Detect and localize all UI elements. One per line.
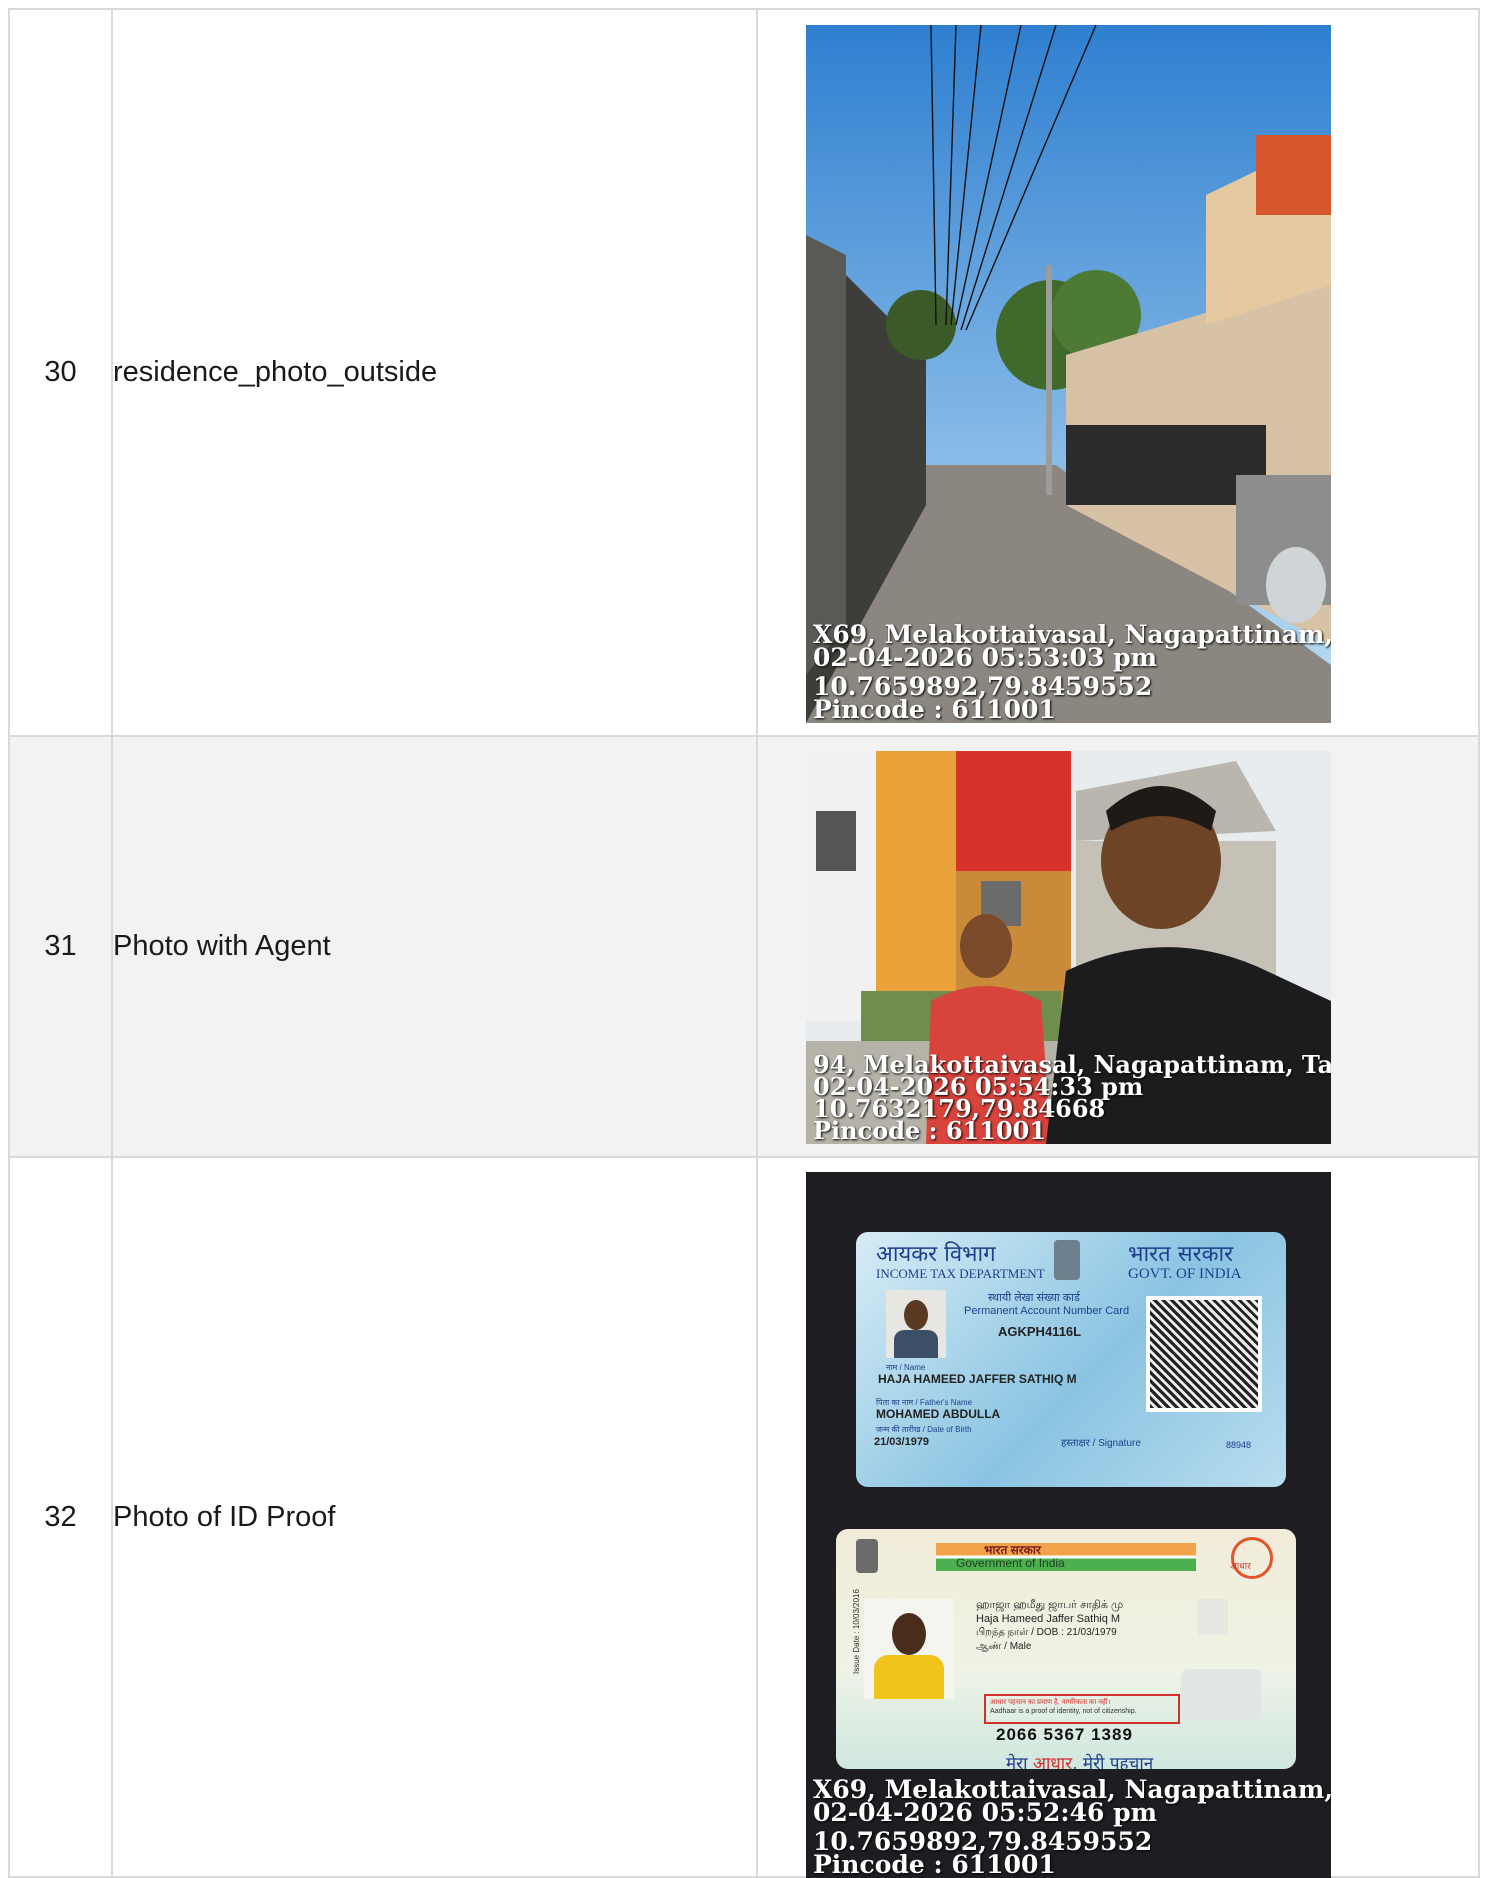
- pan-dob: 21/03/1979: [874, 1436, 930, 1448]
- aadhaar-proof-hindi: आधार पहचान का प्रमाण है, नागरिकता का नही…: [990, 1699, 1111, 1706]
- aadhaar-tagline-suffix: , मेरी पहचान: [1072, 1754, 1154, 1769]
- aadhaar-govt-english: Government of India: [956, 1556, 1065, 1570]
- row-number: 30: [8, 8, 113, 737]
- media-table: 30 residence_photo_outside X69, Melakott…: [8, 8, 1480, 1878]
- aadhaar-dob: பிறந்த நாள் / DOB : 21/03/1979: [976, 1627, 1117, 1638]
- row-number: 32: [8, 1156, 113, 1878]
- stamp-pincode: Pincode : 611001: [813, 1115, 1047, 1144]
- aadhaar-logo-icon: [1231, 1537, 1273, 1579]
- pan-name: HAJA HAMEED JAFFER SATHIQ M: [878, 1372, 1077, 1386]
- qr-code-icon: [1146, 1296, 1262, 1412]
- aadhaar-name-tamil: ஹாஜா ஹமீது ஜாபர் சாதிக் மு: [976, 1599, 1124, 1611]
- aadhaar-proof-english: Aadhaar is a proof of identity, not of c…: [990, 1708, 1137, 1715]
- geo-stamp: X69, Melakottaivasal, Nagapattinam, Tam …: [813, 622, 1331, 723]
- aadhaar-proof-box: आधार पहचान का प्रमाण है, नागरिकता का नही…: [984, 1694, 1180, 1724]
- aadhaar-tagline-prefix: मेरा: [1006, 1754, 1033, 1769]
- aadhaar-issue-date: Issue Date : 10/03/2016: [852, 1589, 861, 1674]
- id-proof-photo: आयकर विभाग INCOME TAX DEPARTMENT भारत सर…: [806, 1172, 1331, 1878]
- pan-govt-english: GOVT. OF INDIA: [1128, 1266, 1242, 1282]
- pan-title-hindi: स्थायी लेखा संख्या कार्ड: [988, 1292, 1080, 1304]
- row-number: 31: [8, 735, 113, 1158]
- pan-title: Permanent Account Number Card: [964, 1305, 1130, 1317]
- photo-cell: 94, Melakottaivasal, Nagapattinam, Tamil…: [756, 735, 1480, 1158]
- row-label: Photo of ID Proof: [111, 1156, 758, 1878]
- pan-dob-caption: जन्म की तारीख / Date of Birth: [876, 1425, 972, 1434]
- pan-number: AGKPH4116L: [998, 1324, 1082, 1339]
- geo-stamp: X69, Melakottaivasal, Nagapattinam, Tam …: [813, 1777, 1331, 1878]
- geo-stamp: 94, Melakottaivasal, Nagapattinam, Tamil…: [813, 1052, 1331, 1144]
- pan-serial: 88948: [1226, 1440, 1252, 1450]
- residence-photo: X69, Melakottaivasal, Nagapattinam, Tam …: [806, 25, 1331, 723]
- pan-signature-caption: हस्ताक्षर / Signature: [1061, 1438, 1141, 1449]
- pan-govt-hindi: भारत सरकार: [1128, 1242, 1234, 1267]
- hologram-icon: [1181, 1669, 1261, 1721]
- emblem-icon: [1054, 1240, 1080, 1280]
- stamp-datetime: 02-04-2026 05:53:03 pm: [813, 643, 1158, 672]
- aadhaar-gender: ஆண் / Male: [976, 1641, 1032, 1652]
- aadhaar-name: Haja Hameed Jaffer Sathiq M: [976, 1613, 1121, 1625]
- pan-father-name: MOHAMED ABDULLA: [876, 1407, 1001, 1421]
- aadhaar-number: 2066 5367 1389: [996, 1725, 1133, 1744]
- row-label: Photo with Agent: [111, 735, 758, 1158]
- aadhaar-logo-text: आधार: [1230, 1561, 1251, 1571]
- stamp-pincode: Pincode : 611001: [813, 1850, 1056, 1878]
- pan-holder-photo: [886, 1290, 946, 1358]
- table-row: 32 Photo of ID Proof आयकर विभाग INCOME T…: [8, 1156, 1480, 1878]
- photo-cell: X69, Melakottaivasal, Nagapattinam, Tam …: [756, 8, 1480, 737]
- aadhaar-tagline-highlight: आधार: [1032, 1754, 1073, 1769]
- agent-photo: 94, Melakottaivasal, Nagapattinam, Tamil…: [806, 751, 1331, 1144]
- table-row: 31 Photo with Agent 94, Melakottaivasal,…: [8, 735, 1480, 1158]
- aadhaar-card: भारत सरकार Government of India आधार Issu…: [836, 1529, 1296, 1769]
- pan-card: आयकर विभाग INCOME TAX DEPARTMENT भारत सर…: [856, 1232, 1286, 1487]
- pan-dept-english: INCOME TAX DEPARTMENT: [876, 1266, 1045, 1281]
- aadhaar-tagline: मेरा आधार, मेरी पहचान: [1006, 1751, 1153, 1769]
- table-row: 30 residence_photo_outside X69, Melakott…: [8, 8, 1480, 737]
- stamp-datetime: 02-04-2026 05:52:46 pm: [813, 1798, 1158, 1827]
- stamp-pincode: Pincode : 611001: [813, 695, 1056, 723]
- aadhaar-mini-photo: [1198, 1599, 1228, 1635]
- pan-dept-hindi: आयकर विभाग: [876, 1242, 996, 1267]
- photo-cell: आयकर विभाग INCOME TAX DEPARTMENT भारत सर…: [756, 1156, 1480, 1878]
- emblem-icon: [856, 1539, 878, 1573]
- row-label: residence_photo_outside: [111, 8, 758, 737]
- aadhaar-holder-photo: [864, 1599, 954, 1699]
- street-scene-image: [806, 25, 1331, 723]
